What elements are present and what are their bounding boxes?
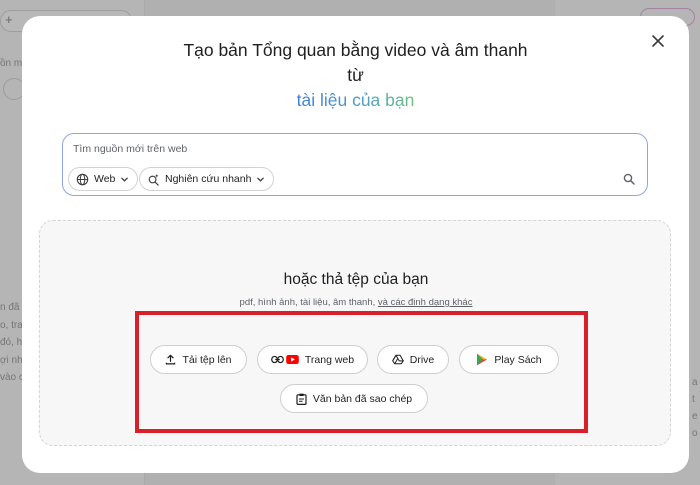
- globe-icon: [76, 173, 89, 185]
- sparkle-search-icon: [148, 173, 159, 186]
- web-chip-label: Web: [94, 173, 116, 185]
- web-search-box: Web Nghiên cứu nhanh: [62, 133, 648, 196]
- upload-file-button[interactable]: Tải tệp lên: [150, 345, 247, 374]
- title-line-2: từ: [347, 65, 364, 85]
- website-label: Trang web: [304, 353, 355, 366]
- website-source-button[interactable]: Trang web: [257, 345, 368, 374]
- youtube-icon: [286, 355, 299, 364]
- play-books-source-button[interactable]: Play Sách: [459, 345, 559, 374]
- file-types-text: pdf, hình ảnh, tài liệu, âm thanh,: [239, 297, 378, 308]
- play-books-icon: [477, 353, 488, 366]
- research-mode-dropdown[interactable]: Nghiên cứu nhanh: [139, 167, 275, 191]
- add-sources-dialog: Tạo bản Tổng quan bằng video và âm thanh…: [22, 16, 689, 473]
- title-line-1: Tạo bản Tổng quan bằng video và âm thanh: [183, 40, 528, 60]
- clipboard-icon: [296, 393, 307, 405]
- file-drop-zone[interactable]: hoặc thả tệp của bạn pdf, hình ảnh, tài …: [39, 220, 671, 446]
- title-highlight: tài liệu của bạn: [296, 90, 415, 110]
- dialog-title: Tạo bản Tổng quan bằng video và âm thanh…: [22, 38, 689, 113]
- copied-text-button[interactable]: Văn bản đã sao chép: [280, 384, 428, 413]
- drop-zone-subtitle: pdf, hình ảnh, tài liệu, âm thanh, và cá…: [40, 297, 672, 308]
- link-icon: [271, 355, 284, 364]
- web-source-dropdown[interactable]: Web: [68, 167, 139, 191]
- drive-icon: [391, 354, 404, 365]
- drive-source-button[interactable]: Drive: [377, 345, 449, 374]
- search-input[interactable]: [73, 143, 553, 155]
- play-books-label: Play Sách: [494, 353, 542, 366]
- chevron-down-icon: [257, 177, 265, 182]
- research-chip-label: Nghiên cứu nhanh: [165, 173, 252, 185]
- more-formats-link[interactable]: và các định dạng khác: [378, 297, 473, 308]
- chevron-down-icon: [121, 177, 129, 182]
- search-submit-button[interactable]: [620, 170, 638, 188]
- upload-file-label: Tải tệp lên: [182, 353, 232, 366]
- drop-zone-title: hoặc thả tệp của bạn: [283, 271, 429, 288]
- copied-text-label: Văn bản đã sao chép: [312, 392, 413, 405]
- upload-icon: [166, 354, 176, 365]
- search-icon: [623, 173, 635, 185]
- drive-label: Drive: [409, 353, 435, 366]
